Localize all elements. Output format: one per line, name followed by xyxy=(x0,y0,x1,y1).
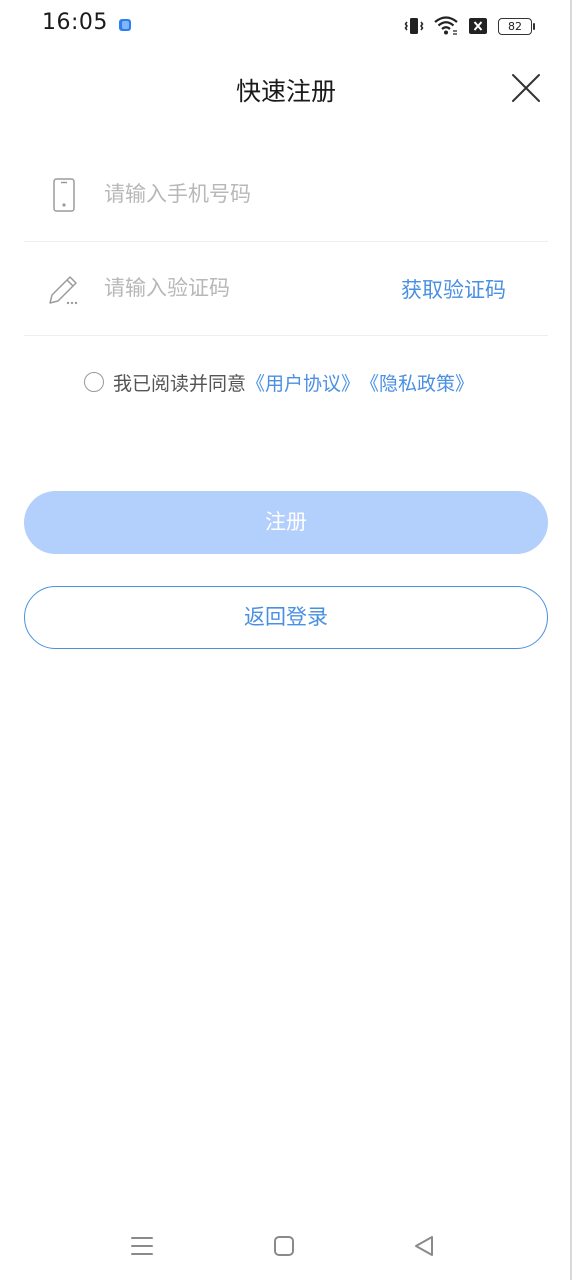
status-bar: 16:05 82 xyxy=(0,0,572,52)
phone-field-row xyxy=(24,147,548,242)
get-code-button[interactable]: 获取验证码 xyxy=(401,274,506,304)
verification-code-input[interactable] xyxy=(104,269,384,307)
pencil-icon xyxy=(49,276,78,305)
status-time: 16:05 xyxy=(42,10,108,35)
agreement-text: 我已阅读并同意 xyxy=(113,372,247,395)
close-icon[interactable] xyxy=(508,70,544,106)
menu-icon[interactable] xyxy=(128,1232,156,1260)
home-icon[interactable] xyxy=(270,1232,298,1260)
user-agreement-link[interactable]: 《用户协议》 xyxy=(246,369,360,396)
no-sim-icon xyxy=(469,18,487,34)
privacy-policy-link[interactable]: 《隐私政策》 xyxy=(360,369,474,396)
system-nav-bar xyxy=(0,1210,572,1280)
back-to-login-button[interactable]: 返回登录 xyxy=(24,586,548,649)
battery-level: 82 xyxy=(508,19,522,33)
register-button[interactable]: 注册 xyxy=(24,491,548,554)
app-notification-icon xyxy=(119,19,131,31)
battery-icon: 82 xyxy=(498,17,535,35)
wifi-icon xyxy=(434,16,458,35)
agreement-row: 我已阅读并同意 《用户协议》 《隐私政策》 xyxy=(84,368,474,396)
header: 快速注册 xyxy=(0,60,572,116)
phone-icon xyxy=(53,178,75,212)
back-icon[interactable] xyxy=(410,1232,438,1260)
code-field-row: 获取验证码 xyxy=(24,241,548,336)
status-icons: 82 xyxy=(404,14,535,38)
agreement-checkbox[interactable] xyxy=(84,372,104,392)
phone-input[interactable] xyxy=(104,175,384,213)
page-title: 快速注册 xyxy=(235,77,336,106)
vibrate-icon xyxy=(404,18,424,34)
